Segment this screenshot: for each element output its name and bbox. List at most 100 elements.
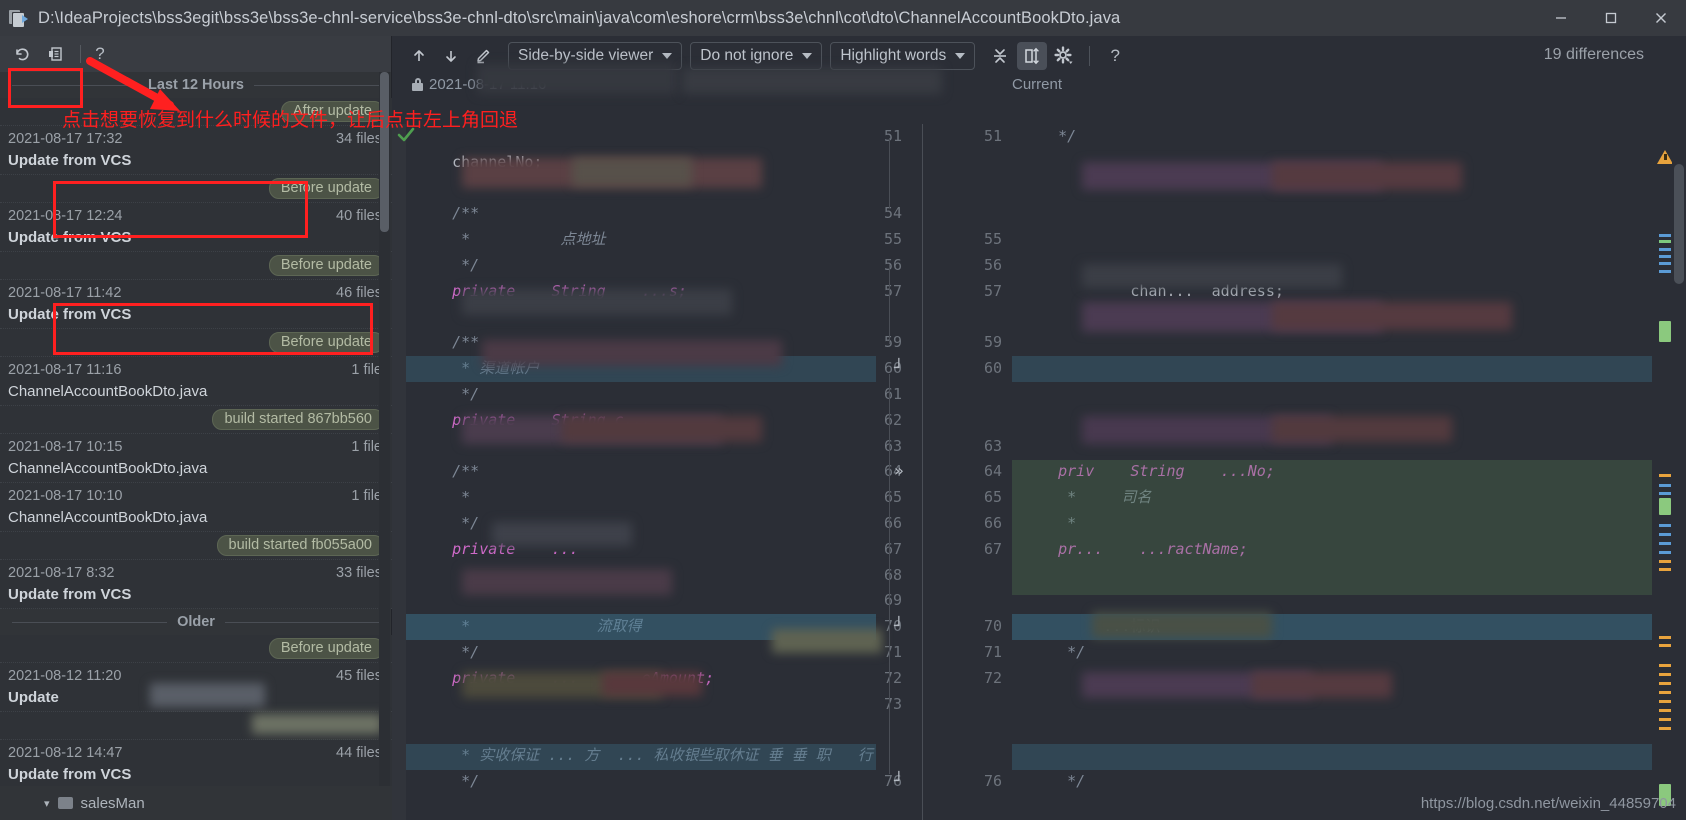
stripe-marker: [1659, 234, 1671, 237]
create-patch-icon[interactable]: [40, 40, 72, 68]
revision-label: Update from VCS: [8, 152, 132, 169]
left-code-pane[interactable]: channelNo; /** * 点地址 */ private String .…: [406, 124, 876, 820]
stripe-marker: [1659, 568, 1671, 571]
diff-band-modified: [1012, 744, 1652, 770]
code-line: */: [416, 513, 480, 532]
stripe-marker: [1659, 248, 1671, 251]
viewer-mode-label: Side-by-side viewer: [518, 47, 654, 64]
revision-label: ChannelAccountBookDto.java: [8, 383, 208, 400]
line-number: [962, 408, 1006, 434]
line-number: 66: [983, 513, 1002, 532]
editor-scrollbar[interactable]: [1672, 124, 1686, 820]
line-number: [962, 382, 1006, 408]
gear-icon[interactable]: [1049, 42, 1079, 70]
revision-item[interactable]: 2021-08-17 10:15 1 file ChannelAccountBo…: [0, 434, 392, 483]
warning-icon[interactable]: [1657, 150, 1673, 164]
redaction-blur: [682, 68, 942, 94]
revision-list[interactable]: Last 12 Hours After update 2021-08-17 17…: [0, 72, 392, 820]
code-line: /**: [416, 462, 480, 481]
tag-row: build started fb055a00: [0, 532, 392, 560]
highlight-mode-dropdown[interactable]: Highlight words: [830, 42, 976, 70]
redaction-blur: [602, 672, 702, 696]
stripe-marker: [1659, 492, 1671, 495]
line-number: 64: [983, 462, 1002, 481]
revision-date: 2021-08-17 11:16: [8, 362, 122, 378]
line-number: 55: [983, 230, 1002, 249]
scrollbar-thumb[interactable]: [380, 72, 389, 232]
revision-file-count: 44 files: [336, 745, 382, 761]
code-line: */: [416, 255, 480, 274]
redaction-blur: [562, 416, 762, 442]
tag-label: build started 867bb560: [212, 409, 384, 430]
redaction-blur: [1272, 162, 1462, 190]
scrollbar-thumb[interactable]: [1674, 164, 1684, 284]
local-history-window: D:\IdeaProjects\bss3egit\bss3e\bss3e-chn…: [0, 0, 1686, 820]
left-change-markers[interactable]: ┘ » ┘ ┘: [888, 124, 922, 820]
revision-file-count: 34 files: [336, 131, 382, 147]
pane-headers: 2021-08-17 11:16 Current: [392, 64, 1686, 100]
folder-icon: [57, 797, 73, 809]
revision-file-count: 1 file: [351, 439, 382, 455]
stripe-marker: [1659, 700, 1671, 703]
tag-row: Before update: [0, 175, 392, 203]
change-marker-added[interactable]: »: [894, 461, 904, 480]
redaction-blur: [1092, 612, 1272, 638]
arrow-up-icon[interactable]: [404, 42, 434, 70]
revision-date: 2021-08-17 8:32: [8, 565, 115, 581]
code-line: */: [1022, 127, 1077, 145]
project-tree-row[interactable]: ▾ salesMan: [0, 786, 392, 820]
revision-item[interactable]: 2021-08-17 11:42 46 files Update from VC…: [0, 280, 392, 329]
help-icon[interactable]: ?: [1102, 46, 1128, 66]
tag-row: Before update: [0, 252, 392, 280]
minimize-button[interactable]: [1536, 0, 1586, 36]
stripe-marker: [1659, 321, 1671, 342]
line-number: 63: [983, 436, 1002, 455]
left-gutter-strip[interactable]: [392, 124, 406, 820]
change-marker-modified[interactable]: ┘: [894, 358, 904, 377]
revision-item[interactable]: 2021-08-12 11:20 45 files Update: [0, 663, 392, 712]
revision-label: Update from VCS: [8, 229, 132, 246]
revision-date: 2021-08-17 17:32: [8, 131, 123, 147]
sync-scroll-icon[interactable]: [1017, 42, 1048, 70]
line-number: 76: [983, 771, 1002, 790]
window-title: D:\IdeaProjects\bss3egit\bss3e\bss3e-chn…: [38, 8, 1121, 27]
chevron-down-icon: [802, 53, 813, 59]
maximize-button[interactable]: [1586, 0, 1636, 36]
revision-item[interactable]: 2021-08-17 12:24 40 files Update from VC…: [0, 203, 392, 252]
revision-item-selected[interactable]: 2021-08-17 11:16 1 file ChannelAccountBo…: [0, 357, 392, 406]
error-stripe[interactable]: [1657, 124, 1673, 820]
redaction-blur: [572, 158, 692, 186]
watermark-url: https://blog.csdn.net/weixin_44859704: [1420, 795, 1676, 812]
arrow-down-icon[interactable]: [436, 42, 466, 70]
revision-item[interactable]: 2021-08-17 10:10 1 file ChannelAccountBo…: [0, 483, 392, 532]
toolbar-separator: [1089, 46, 1091, 66]
revision-item[interactable]: 2021-08-17 17:32 34 files Update from VC…: [0, 126, 392, 175]
stripe-marker: [1659, 498, 1671, 515]
stripe-marker: [1659, 484, 1671, 487]
chevron-down-icon[interactable]: ▾: [44, 797, 50, 810]
line-number: [962, 176, 1006, 202]
fold-line: [889, 138, 890, 208]
difference-count: 19 differences: [1543, 46, 1644, 63]
revision-item[interactable]: 2021-08-12 14:47 44 files Update from VC…: [0, 740, 392, 789]
revision-list-scrollbar[interactable]: [379, 72, 390, 820]
close-button[interactable]: [1636, 0, 1686, 36]
redaction-blur: [1272, 302, 1512, 330]
line-number: [962, 305, 1006, 331]
tag-label: Before update: [268, 178, 384, 199]
stripe-marker: [1659, 474, 1671, 477]
code-line: * 点地址: [416, 230, 606, 249]
revert-icon[interactable]: [6, 40, 38, 68]
title-bar: D:\IdeaProjects\bss3egit\bss3e\bss3e-chn…: [0, 0, 1686, 36]
stripe-marker: [1659, 533, 1671, 536]
revision-item[interactable]: 2021-08-17 8:32 33 files Update from VCS: [0, 560, 392, 609]
collapse-unchanged-icon[interactable]: [985, 42, 1015, 70]
whitespace-mode-dropdown[interactable]: Do not ignore: [690, 42, 823, 70]
revision-file-count: 33 files: [336, 565, 382, 581]
change-marker-modified[interactable]: ┘: [894, 616, 904, 635]
change-marker-modified[interactable]: ┘: [894, 771, 904, 790]
line-number: [962, 743, 1006, 769]
tag-label: Before update: [268, 255, 384, 276]
